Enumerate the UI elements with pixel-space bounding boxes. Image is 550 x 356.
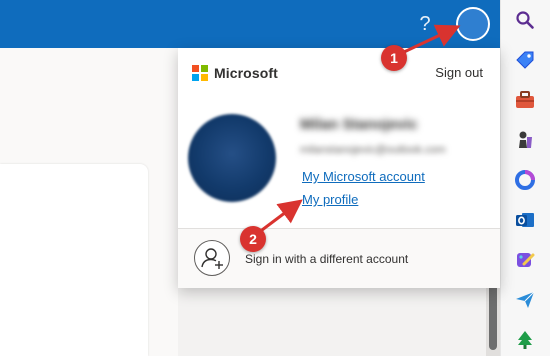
- brand-name: Microsoft: [214, 65, 278, 81]
- edge-sidebar: [500, 0, 550, 356]
- copilot-icon[interactable]: [513, 168, 537, 192]
- add-account-icon: [194, 240, 230, 276]
- sign-out-button[interactable]: Sign out: [435, 65, 483, 80]
- microsoft-logo-icon: [192, 65, 208, 81]
- my-microsoft-account-link[interactable]: My Microsoft account: [302, 169, 425, 184]
- user-email: milanstanojevic@outlook.com: [300, 144, 446, 156]
- profile-photo: [188, 114, 276, 202]
- toolbox-icon[interactable]: [513, 88, 537, 112]
- chess-icon[interactable]: [513, 128, 537, 152]
- send-icon[interactable]: [513, 288, 537, 312]
- account-manager-flyout: Microsoft Sign out Milan Stanojevic mila…: [178, 48, 500, 288]
- search-icon[interactable]: [513, 8, 537, 32]
- step-marker-1: 1: [381, 45, 407, 71]
- account-avatar-button[interactable]: [456, 7, 490, 41]
- designer-icon[interactable]: [513, 248, 537, 272]
- tree-icon[interactable]: [513, 328, 537, 352]
- switch-account-row[interactable]: Sign in with a different account: [178, 229, 500, 288]
- content-card: [0, 164, 148, 356]
- switch-account-label: Sign in with a different account: [245, 252, 409, 266]
- step-marker-2: 2: [240, 226, 266, 252]
- user-name: Milan Stanojevic: [300, 116, 418, 133]
- tag-icon[interactable]: [513, 48, 537, 72]
- my-profile-link[interactable]: My profile: [302, 192, 358, 207]
- top-header-bar: ?: [0, 0, 500, 48]
- outlook-icon[interactable]: [513, 208, 537, 232]
- help-icon[interactable]: ?: [416, 12, 434, 36]
